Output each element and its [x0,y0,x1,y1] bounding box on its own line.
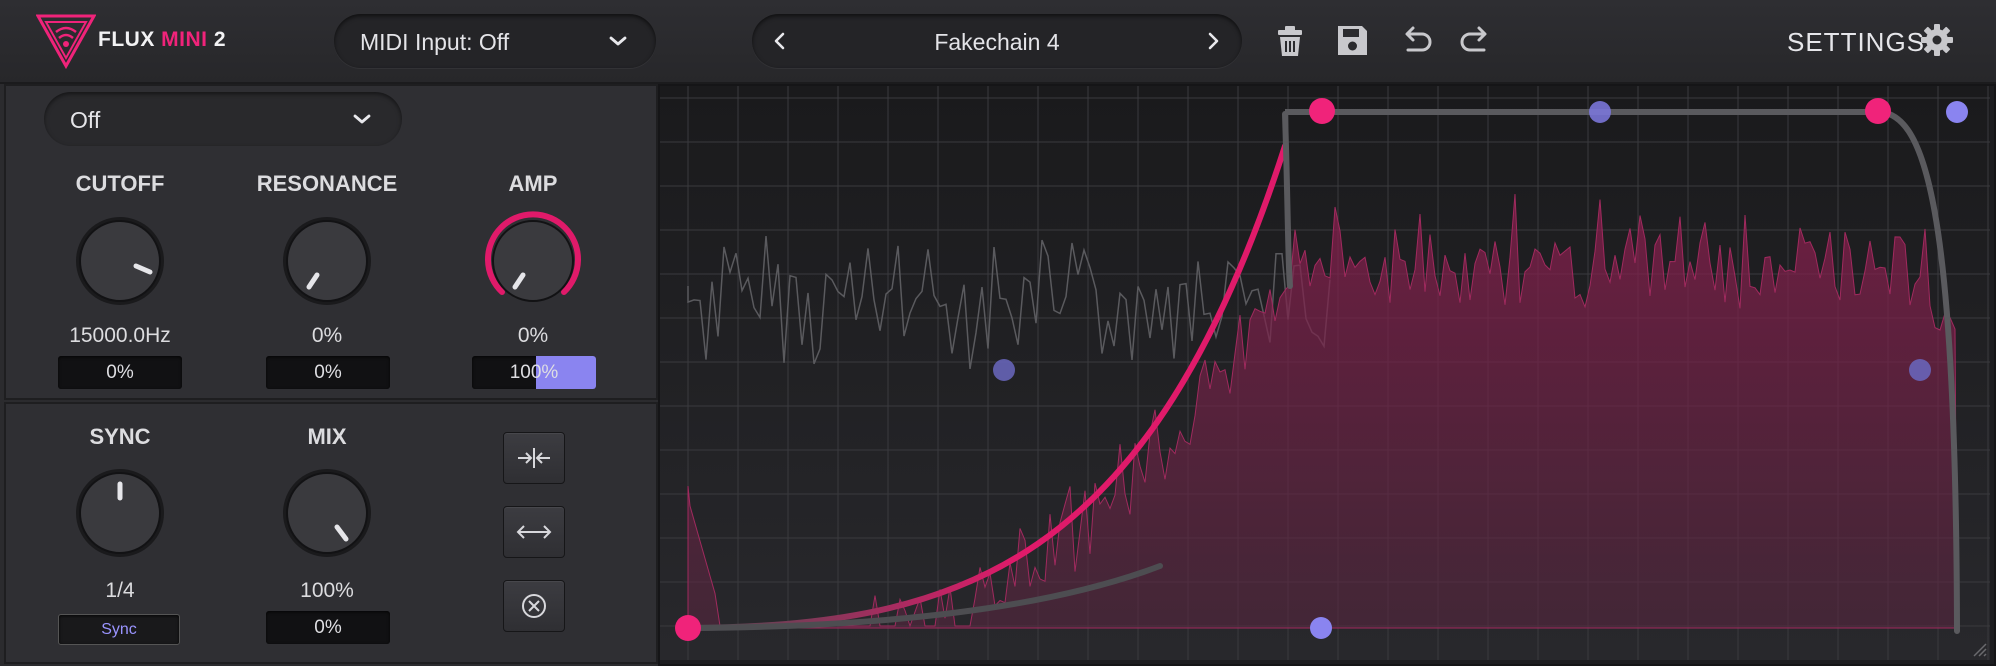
flux-logo-icon [36,14,96,70]
envelope-graph[interactable] [660,86,1990,660]
amp-value: 0% [517,324,549,347]
midi-input-dropdown[interactable]: MIDI Input: Off [334,14,656,68]
cutoff-knob[interactable] [65,206,175,316]
clear-circle-icon [522,594,546,618]
curve-handle-fall[interactable] [1909,359,1931,381]
cutoff-mod-box[interactable]: 0% [58,356,182,389]
brand-version: 2 [213,28,227,51]
sync-knob[interactable] [65,458,175,568]
amp-label: AMP [508,171,558,196]
envelope-point-peak[interactable] [1309,98,1335,124]
chevron-right-icon[interactable] [1203,31,1223,51]
resonance-label: RESONANCE [256,171,398,196]
envelope-point-end-top[interactable] [1946,101,1968,123]
floppy-disk-icon[interactable] [1332,20,1372,60]
midi-input-label: MIDI Input: Off [360,29,510,55]
brand-name: FLUX [98,28,155,51]
source-dropdown[interactable]: Off [44,92,402,146]
curve-handle-rise[interactable] [993,359,1015,381]
amp-mod-value: 100% [509,362,559,383]
gear-icon[interactable] [1919,22,1955,58]
top-bar: FLUX MINI 2 MIDI Input: Off Fakechain 4 [0,0,1996,84]
envelope-point-bottom[interactable] [1310,617,1332,639]
sync-mode-button[interactable]: Sync [58,614,180,645]
mix-mod-value: 0% [314,617,342,638]
trash-icon[interactable] [1270,20,1310,60]
compress-icon [518,448,550,468]
cutoff-mod-value: 0% [106,362,134,383]
amp-knob[interactable] [478,206,588,316]
envelope-point-hold[interactable] [1865,98,1891,124]
mix-mod-box[interactable]: 0% [266,611,390,644]
resonance-knob[interactable] [272,206,382,316]
compress-button[interactable] [503,432,565,484]
brand-title: FLUX MINI 2 [98,28,226,52]
settings-label[interactable]: SETTINGS [1787,27,1925,58]
sync-label: SYNC [89,424,151,449]
cutoff-value: 15000.0Hz [69,324,171,347]
resonance-mod-box[interactable]: 0% [266,356,390,389]
brand-accent: MINI [161,28,208,51]
cutoff-label: CUTOFF [75,171,165,196]
clear-button[interactable] [503,580,565,632]
amp-mod-box[interactable]: 100% [472,356,596,389]
chevron-down-icon [353,114,371,124]
source-dropdown-label: Off [70,107,101,133]
mix-value: 100% [300,579,354,602]
sync-value: 1/4 [105,579,135,602]
expand-horizontal-icon [516,525,552,539]
preset-selector: Fakechain 4 [752,14,1242,68]
mix-knob[interactable] [272,458,382,568]
curve-handle-top[interactable] [1589,101,1611,123]
chevron-down-icon [609,36,627,46]
undo-icon[interactable] [1396,20,1436,60]
sync-mode-label: Sync [101,621,137,638]
envelope-point-start[interactable] [675,615,701,641]
redo-icon[interactable] [1456,20,1496,60]
expand-button[interactable] [503,506,565,558]
resonance-mod-value: 0% [314,362,342,383]
preset-name[interactable]: Fakechain 4 [752,29,1242,56]
resonance-value: 0% [311,324,343,347]
mix-label: MIX [307,424,347,449]
